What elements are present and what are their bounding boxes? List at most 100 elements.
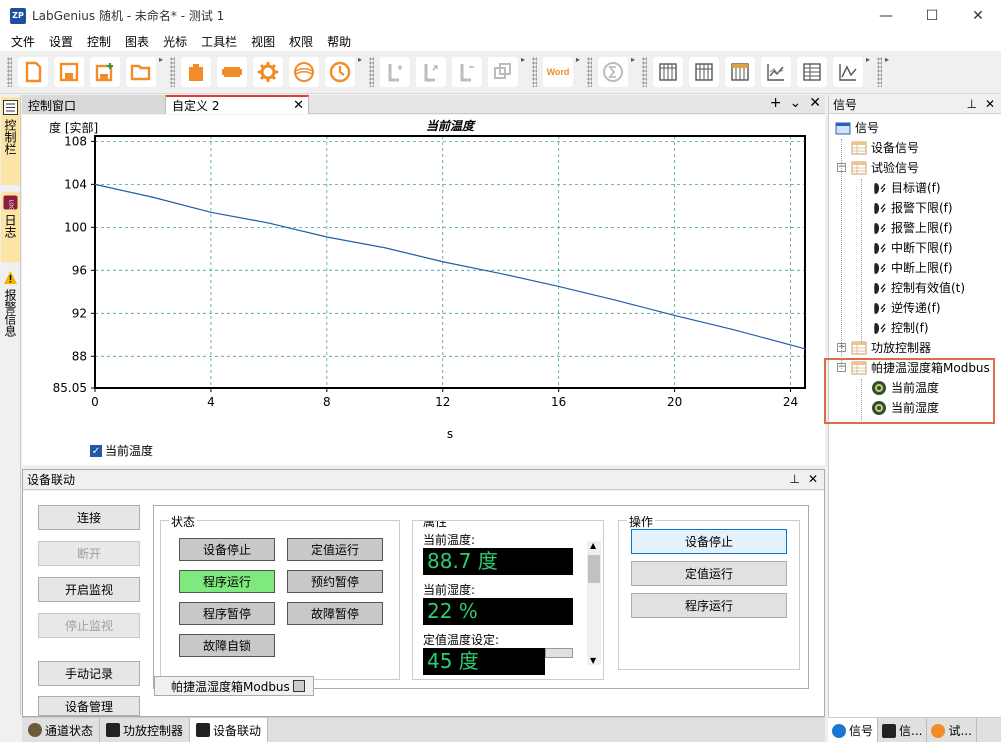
tree-node[interactable]: 中断下限(f) — [871, 239, 953, 256]
tab-amp-controller[interactable]: 功放控制器 — [100, 717, 191, 742]
op-program-run-button[interactable]: 程序运行 — [631, 593, 787, 618]
disconnect-button[interactable]: 断开 — [38, 541, 140, 566]
l-plus-icon[interactable] — [380, 57, 410, 87]
tree-node-label: 试验信号 — [871, 161, 920, 175]
close-window-button[interactable]: ✕ — [955, 0, 1001, 31]
tree-node[interactable]: 报警上限(f) — [871, 219, 953, 236]
tab-log[interactable]: LOG 日志 — [1, 192, 20, 262]
signal-pin-icon[interactable]: ⊥ — [966, 97, 976, 111]
menu-file[interactable]: 文件 — [4, 33, 42, 50]
menu-permission[interactable]: 权限 — [282, 33, 320, 50]
properties-scrollbar[interactable]: ▲ ▼ — [587, 541, 601, 665]
pin-icon[interactable]: ⊥ — [789, 472, 799, 486]
scroll-thumb[interactable] — [588, 555, 600, 583]
tree-node[interactable]: 控制有效值(t) — [871, 279, 965, 296]
maximize-button[interactable]: ☐ — [909, 0, 955, 31]
toolbar-grip-4[interactable] — [532, 57, 537, 87]
save-icon[interactable] — [54, 57, 84, 87]
clock-icon[interactable] — [325, 57, 355, 87]
word-icon[interactable]: Word — [543, 57, 573, 87]
tree-node[interactable]: 设备信号 — [851, 139, 919, 156]
tab-control-window[interactable]: 控制窗口 — [22, 95, 166, 114]
operations-group-title: 操作 — [627, 513, 656, 530]
signal-close-icon[interactable]: ✕ — [985, 97, 995, 111]
l-minus-icon[interactable] — [452, 57, 482, 87]
toolbar-overflow-1[interactable]: ▸ — [159, 55, 167, 64]
tab-info[interactable]: 信... — [878, 718, 928, 742]
device-tab-padjie[interactable]: 帕捷温湿度箱Modbus — [154, 676, 314, 696]
tree-node[interactable]: 试验信号 — [851, 159, 919, 176]
toolbar-overflow-7[interactable]: ▸ — [885, 55, 893, 64]
tree-node[interactable]: 报警下限(f) — [871, 199, 953, 216]
tab-device-linkage[interactable]: 设备联动 — [190, 717, 269, 742]
table-icon-2[interactable] — [689, 57, 719, 87]
menu-chart[interactable]: 图表 — [118, 33, 156, 50]
tree-node[interactable]: 中断上限(f) — [871, 259, 953, 276]
toolbar-grip-6[interactable] — [642, 57, 647, 87]
series-line-current-temp — [94, 183, 806, 350]
tree-node[interactable]: 逆传递(f) — [871, 299, 941, 316]
chart-legend[interactable]: ✓ 当前温度 — [90, 442, 153, 459]
setpoint-slider[interactable] — [545, 648, 573, 658]
tab-menu-button[interactable]: ⌄ — [790, 95, 802, 111]
y-tick-label: 108 — [64, 134, 87, 148]
table-icon-4[interactable] — [797, 57, 827, 87]
toolbar-overflow-2[interactable]: ▸ — [358, 55, 366, 64]
manual-record-button[interactable]: 手动记录 — [38, 661, 140, 686]
menu-control[interactable]: 控制 — [80, 33, 118, 50]
close-tab-icon[interactable]: ✕ — [293, 98, 304, 113]
menu-view[interactable]: 视图 — [244, 33, 282, 50]
table-icon-1[interactable] — [653, 57, 683, 87]
wave-icon[interactable] — [289, 57, 319, 87]
open-folder-icon[interactable] — [126, 57, 156, 87]
close-doc-button[interactable]: ✕ — [809, 95, 821, 111]
minimize-button[interactable]: — — [863, 0, 909, 31]
copy-icon[interactable] — [488, 57, 518, 87]
menu-help[interactable]: 帮助 — [320, 33, 358, 50]
tab-custom-2[interactable]: 自定义 2 ✕ — [166, 95, 309, 114]
save-as-icon[interactable] — [90, 57, 120, 87]
sigma-icon[interactable] — [598, 57, 628, 87]
tab-signal[interactable]: 信号 — [828, 718, 879, 742]
toolbar-overflow-3[interactable]: ▸ — [521, 55, 529, 64]
menu-toolbar[interactable]: 工具栏 — [194, 33, 244, 50]
close-panel-icon[interactable]: ✕ — [808, 472, 818, 486]
toolbar-grip-7[interactable] — [877, 57, 882, 87]
toolbar-grip-3[interactable] — [369, 57, 374, 87]
chart-icon-1[interactable] — [761, 57, 791, 87]
toolbar-grip-5[interactable] — [587, 57, 592, 87]
tree-node[interactable]: 信号 — [835, 119, 879, 136]
toolbar-overflow-5[interactable]: ▸ — [631, 55, 639, 64]
device-manage-button[interactable]: 设备管理 — [38, 696, 140, 716]
panel-icon[interactable] — [217, 57, 247, 87]
op-fixed-run-button[interactable]: 定值运行 — [631, 561, 787, 586]
tab-test[interactable]: 试... — [927, 718, 977, 742]
start-monitor-button[interactable]: 开启监视 — [38, 577, 140, 602]
menu-cursor[interactable]: 光标 — [156, 33, 194, 50]
tree-node[interactable]: 功放控制器 — [851, 339, 931, 356]
new-file-icon[interactable] — [18, 57, 48, 87]
toolbar-grip[interactable] — [7, 57, 12, 87]
scroll-up-icon[interactable]: ▲ — [590, 541, 596, 550]
legend-checkbox[interactable]: ✓ — [90, 444, 102, 457]
connect-button[interactable]: 连接 — [38, 505, 140, 530]
clipboard-icon[interactable] — [181, 57, 211, 87]
toolbar-overflow-4[interactable]: ▸ — [576, 55, 584, 64]
gear-icon[interactable] — [253, 57, 283, 87]
scroll-down-icon[interactable]: ▼ — [590, 656, 596, 665]
tab-control-bar[interactable]: 控制栏 — [1, 97, 20, 185]
stop-monitor-button[interactable]: 停止监视 — [38, 613, 140, 638]
l-arrow-icon[interactable] — [416, 57, 446, 87]
chart-icon-2[interactable] — [833, 57, 863, 87]
tree-node[interactable]: 目标谱(f) — [871, 179, 941, 196]
table-icon-3[interactable] — [725, 57, 755, 87]
temperature-chart[interactable]: 0 4 8 12 16 20 24 108 104 100 96 92 88 85.05 当前温度 度 [实部… — [22, 115, 825, 445]
add-tab-button[interactable]: + — [770, 95, 782, 111]
menu-settings[interactable]: 设置 — [42, 33, 80, 50]
tab-channel-status[interactable]: 通道状态 — [22, 717, 101, 742]
tab-alarm-info[interactable]: 报警信息 — [1, 267, 20, 357]
op-device-stop-button[interactable]: 设备停止 — [631, 529, 787, 554]
tree-node[interactable]: 控制(f) — [871, 319, 929, 336]
toolbar-overflow-6[interactable]: ▸ — [866, 55, 874, 64]
toolbar-grip-2[interactable] — [170, 57, 175, 87]
